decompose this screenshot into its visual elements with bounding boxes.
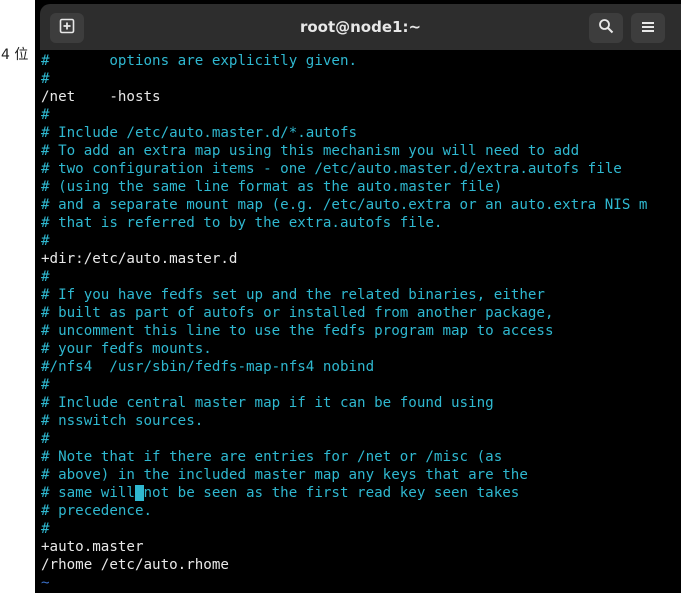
editor-line: # built as part of autofs or installed f… bbox=[41, 305, 554, 321]
editor-line: ~ bbox=[41, 575, 50, 591]
editor-line: /net -hosts bbox=[41, 89, 161, 105]
editor-line: # same will not be seen as the first rea… bbox=[41, 485, 520, 501]
search-button[interactable] bbox=[589, 13, 623, 43]
editor-line: # bbox=[41, 521, 50, 537]
editor-line: # uncomment this line to use the fedfs p… bbox=[41, 323, 554, 339]
editor-line: # that is referred to by the extra.autof… bbox=[41, 215, 443, 231]
editor-line: # options are explicitly given. bbox=[41, 53, 358, 69]
editor-line: # two configuration items - one /etc/aut… bbox=[41, 161, 622, 177]
editor-line: # bbox=[41, 431, 50, 447]
editor-line: # Include /etc/auto.master.d/*.autofs bbox=[41, 125, 358, 141]
side-label: 4 位 bbox=[1, 47, 29, 63]
editor-line: # If you have fedfs set up and the relat… bbox=[41, 287, 545, 303]
editor-line: # bbox=[41, 71, 50, 87]
title-bar: root@node1:~ bbox=[40, 4, 681, 50]
editor-line: # bbox=[41, 269, 50, 285]
editor-line: # Include central master map if it can b… bbox=[41, 395, 494, 411]
editor-line: # Note that if there are entries for /ne… bbox=[41, 449, 503, 465]
editor-line: # precedence. bbox=[41, 503, 153, 519]
terminal-window[interactable]: root@node1:~ # options are explicitly gi… bbox=[35, 0, 681, 593]
editor-line: +auto.master bbox=[41, 539, 144, 555]
editor-line: # and a separate mount map (e.g. /etc/au… bbox=[41, 197, 648, 213]
hamburger-menu-icon bbox=[641, 19, 655, 38]
window-title: root@node1:~ bbox=[299, 18, 422, 36]
editor-line: # bbox=[41, 233, 50, 249]
editor-line: # nsswitch sources. bbox=[41, 413, 204, 429]
editor-line: # your fedfs mounts. bbox=[41, 341, 212, 357]
editor-line: # To add an extra map using this mechani… bbox=[41, 143, 580, 159]
editor-line: +dir:/etc/auto.master.d bbox=[41, 251, 238, 267]
editor-line: #/nfs4 /usr/sbin/fedfs-map-nfs4 nobind bbox=[41, 359, 375, 375]
editor-line: # above) in the included master map any … bbox=[41, 467, 528, 483]
menu-button[interactable] bbox=[631, 13, 665, 43]
editor-line: /rhome /etc/auto.rhome bbox=[41, 557, 229, 573]
editor-line: # bbox=[41, 107, 50, 123]
search-icon bbox=[598, 18, 614, 38]
editor-line: # bbox=[41, 377, 50, 393]
editor-content[interactable]: # options are explicitly given. # /net -ho… bbox=[41, 52, 681, 592]
editor-line: # (using the same line format as the aut… bbox=[41, 179, 503, 195]
text-cursor bbox=[134, 485, 144, 501]
